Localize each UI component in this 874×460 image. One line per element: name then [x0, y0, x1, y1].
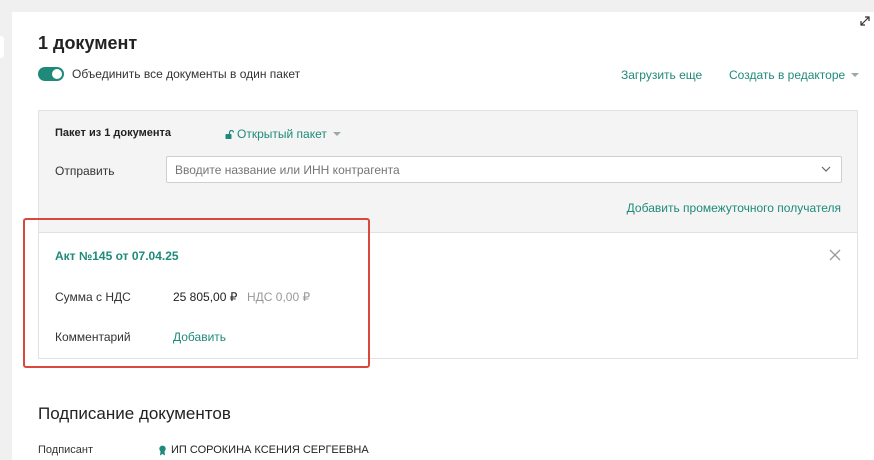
sum-value: 25 805,00 ₽	[173, 290, 238, 304]
merge-toggle-label: Объединить все документы в один пакет	[72, 67, 301, 81]
package-box: Пакет из 1 документа Открытый пакет Отпр…	[38, 110, 858, 232]
documents-panel: 1 документ Объединить все документы в од…	[12, 12, 874, 460]
chevron-down-icon[interactable]	[820, 163, 832, 175]
comment-label: Комментарий	[55, 330, 131, 344]
side-panel-tab[interactable]	[0, 36, 4, 58]
unlock-icon	[225, 129, 234, 139]
create-in-editor-link[interactable]: Создать в редакторе	[729, 68, 860, 82]
package-title: Пакет из 1 документа	[55, 127, 171, 139]
signing-title: Подписание документов	[38, 404, 231, 423]
upload-more-link[interactable]: Загрузить еще	[621, 68, 702, 82]
vat-value: НДС 0,00 ₽	[247, 290, 311, 304]
recipient-input[interactable]	[166, 156, 842, 183]
expand-icon[interactable]	[860, 16, 870, 26]
signer-name: ИП СОРОКИНА КСЕНИЯ СЕРГЕЕВНА	[171, 444, 369, 456]
certificate-icon	[159, 445, 166, 455]
signer-value[interactable]: ИП СОРОКИНА КСЕНИЯ СЕРГЕЕВНА	[158, 444, 369, 456]
add-intermediate-recipient-link[interactable]: Добавить промежуточного получателя	[627, 201, 841, 215]
add-comment-link[interactable]: Добавить	[173, 330, 226, 344]
merge-toggle[interactable]	[38, 67, 64, 81]
document-card: Акт №145 от 07.04.25 Сумма с НДС 25 805,…	[38, 232, 858, 359]
send-label: Отправить	[55, 164, 115, 178]
open-package-label: Открытый пакет	[237, 127, 327, 141]
merge-toggle-row[interactable]: Объединить все документы в один пакет	[38, 67, 300, 81]
left-strip	[0, 0, 12, 460]
chevron-down-icon	[332, 132, 341, 136]
document-title-link[interactable]: Акт №145 от 07.04.25	[55, 249, 179, 263]
create-in-editor-label: Создать в редакторе	[729, 68, 846, 82]
close-icon[interactable]	[829, 249, 841, 261]
signer-label: Подписант	[38, 444, 94, 456]
open-package-dropdown[interactable]: Открытый пакет	[225, 127, 341, 141]
chevron-down-icon	[851, 73, 860, 77]
page-title: 1 документ	[38, 33, 138, 53]
sum-label: Сумма с НДС	[55, 290, 131, 304]
